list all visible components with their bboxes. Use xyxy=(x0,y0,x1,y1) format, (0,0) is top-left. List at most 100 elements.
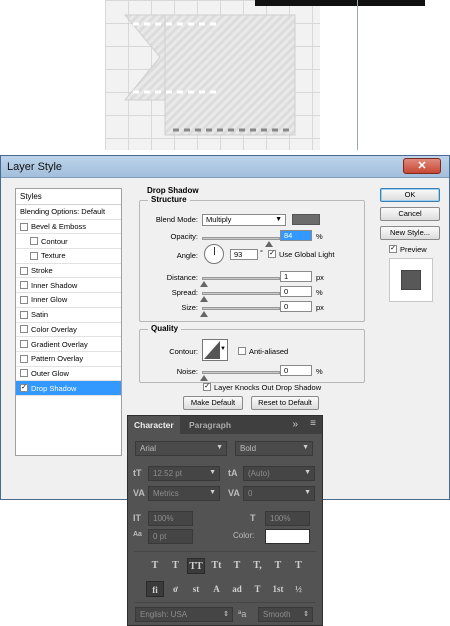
ok-button[interactable]: OK xyxy=(380,188,440,202)
style-item[interactable]: Inner Glow xyxy=(16,293,121,308)
style-checkbox[interactable] xyxy=(30,237,38,246)
noise-slider[interactable] xyxy=(200,371,280,381)
cancel-button[interactable]: Cancel xyxy=(380,207,440,221)
shadow-color-swatch[interactable] xyxy=(292,214,320,225)
style-checkbox[interactable] xyxy=(30,251,38,260)
layer-knocks-out-checkbox[interactable]: ✓ xyxy=(203,383,211,391)
style-item[interactable]: Contour xyxy=(16,234,121,250)
vertical-scale-input[interactable]: 100% xyxy=(148,511,193,526)
anti-aliased-checkbox[interactable] xyxy=(238,347,246,355)
font-style-select[interactable]: Bold ▼ xyxy=(235,441,313,456)
tab-character[interactable]: Character xyxy=(128,416,180,434)
chevron-down-icon: ▼ xyxy=(302,444,309,451)
angle-label: Angle: xyxy=(176,251,198,260)
close-button[interactable]: ✕ xyxy=(403,158,441,174)
type-style-button[interactable]: T xyxy=(269,558,287,574)
kerning-select[interactable]: Metrics ▼ xyxy=(148,486,220,501)
opentype-button[interactable]: 1st xyxy=(269,581,287,597)
style-item[interactable]: Pattern Overlay xyxy=(16,352,121,367)
style-checkbox[interactable] xyxy=(20,281,28,290)
slider-thumb[interactable] xyxy=(264,241,273,247)
style-item[interactable]: Color Overlay xyxy=(16,323,121,338)
style-item[interactable]: Outer Glow xyxy=(16,367,121,382)
style-item-label: Drop Shadow xyxy=(31,383,77,393)
distance-label: Distance: xyxy=(166,273,198,282)
opacity-input[interactable]: 84 xyxy=(280,230,312,241)
collapse-icon[interactable]: » xyxy=(292,419,298,430)
leading-select[interactable]: (Auto) ▼ xyxy=(243,466,315,481)
opentype-button[interactable]: ad xyxy=(228,581,246,597)
angle-input[interactable]: 93 xyxy=(230,249,258,260)
styles-header[interactable]: Styles xyxy=(16,189,121,205)
use-global-light-checkbox[interactable]: ✓ xyxy=(268,250,276,258)
style-checkbox[interactable] xyxy=(20,325,28,334)
type-style-button[interactable]: T xyxy=(228,558,246,574)
style-item[interactable]: Satin xyxy=(16,308,121,323)
noise-input[interactable]: 0 xyxy=(280,365,312,376)
font-size-icon: tT xyxy=(133,468,142,478)
distance-slider[interactable] xyxy=(200,277,280,287)
opacity-slider[interactable] xyxy=(202,237,280,247)
font-size-select[interactable]: 12.52 pt ▼ xyxy=(148,466,220,481)
distance-input[interactable]: 1 xyxy=(280,271,312,282)
opentype-button[interactable]: T xyxy=(249,581,267,597)
blend-mode-select[interactable]: Multiply ▼ xyxy=(202,214,286,226)
angle-dial[interactable] xyxy=(204,244,224,264)
style-checkbox[interactable] xyxy=(20,340,28,349)
spread-input[interactable]: 0 xyxy=(280,286,312,297)
text-color-swatch[interactable] xyxy=(265,529,310,544)
style-checkbox[interactable]: ✓ xyxy=(20,384,28,393)
style-checkbox[interactable] xyxy=(20,266,28,275)
style-checkbox[interactable] xyxy=(20,222,28,231)
type-style-button[interactable]: T xyxy=(167,558,185,574)
opentype-button[interactable]: fi xyxy=(146,581,164,597)
style-checkbox[interactable] xyxy=(20,310,28,319)
preview-label: Preview xyxy=(400,245,427,254)
style-checkbox[interactable] xyxy=(20,354,28,363)
panel-menu-icon[interactable]: ≡ xyxy=(310,418,316,429)
slider-thumb[interactable] xyxy=(200,281,208,287)
use-global-light-label: Use Global Light xyxy=(279,250,335,259)
style-checkbox[interactable] xyxy=(20,295,28,304)
language-select[interactable]: English: USA ⇕ xyxy=(135,607,233,622)
opentype-button[interactable]: ơ xyxy=(167,581,185,597)
size-slider[interactable] xyxy=(200,307,280,317)
font-family-select[interactable]: Arial ▼ xyxy=(135,441,227,456)
horizontal-scale-input[interactable]: 100% xyxy=(265,511,310,526)
type-style-button[interactable]: Tt xyxy=(208,558,226,574)
opentype-button[interactable]: st xyxy=(187,581,205,597)
slider-thumb[interactable] xyxy=(200,375,208,381)
style-item[interactable]: Stroke xyxy=(16,264,121,279)
panel-tabs: Character Paragraph » ≡ xyxy=(128,416,322,434)
style-item[interactable]: Blending Options: Default xyxy=(16,205,121,220)
preview-checkbox[interactable]: ✓ xyxy=(389,245,397,253)
size-input[interactable]: 0 xyxy=(280,301,312,312)
kerning-icon: VA xyxy=(133,488,145,498)
style-checkbox[interactable] xyxy=(20,369,28,378)
type-style-button[interactable]: T xyxy=(146,558,164,574)
quality-legend: Quality xyxy=(148,324,182,333)
font-family-value: Arial xyxy=(140,444,157,453)
slider-thumb[interactable] xyxy=(200,296,208,302)
slider-thumb[interactable] xyxy=(200,311,208,317)
new-style-button[interactable]: New Style... xyxy=(380,226,440,240)
contour-picker[interactable]: ▼ xyxy=(202,339,228,361)
style-item[interactable]: ✓ Drop Shadow xyxy=(16,381,121,396)
anti-aliasing-select[interactable]: Smooth ⇕ xyxy=(258,607,313,622)
style-item[interactable]: Texture xyxy=(16,249,121,264)
reset-to-default-button[interactable]: Reset to Default xyxy=(251,396,319,410)
baseline-shift-input[interactable]: 0 pt xyxy=(148,529,193,544)
opentype-button[interactable]: A xyxy=(208,581,226,597)
style-item-label: Satin xyxy=(31,310,49,320)
make-default-button[interactable]: Make Default xyxy=(183,396,243,410)
type-style-button[interactable]: T xyxy=(290,558,308,574)
tracking-select[interactable]: 0 ▼ xyxy=(243,486,315,501)
spread-slider[interactable] xyxy=(200,292,280,302)
type-style-button[interactable]: T, xyxy=(249,558,267,574)
type-style-button[interactable]: TT xyxy=(187,558,205,574)
tab-paragraph[interactable]: Paragraph xyxy=(183,416,237,434)
style-item[interactable]: Bevel & Emboss xyxy=(16,220,121,235)
style-item[interactable]: Inner Shadow xyxy=(16,278,121,294)
opentype-button[interactable]: ½ xyxy=(290,581,308,597)
style-item[interactable]: Gradient Overlay xyxy=(16,337,121,352)
